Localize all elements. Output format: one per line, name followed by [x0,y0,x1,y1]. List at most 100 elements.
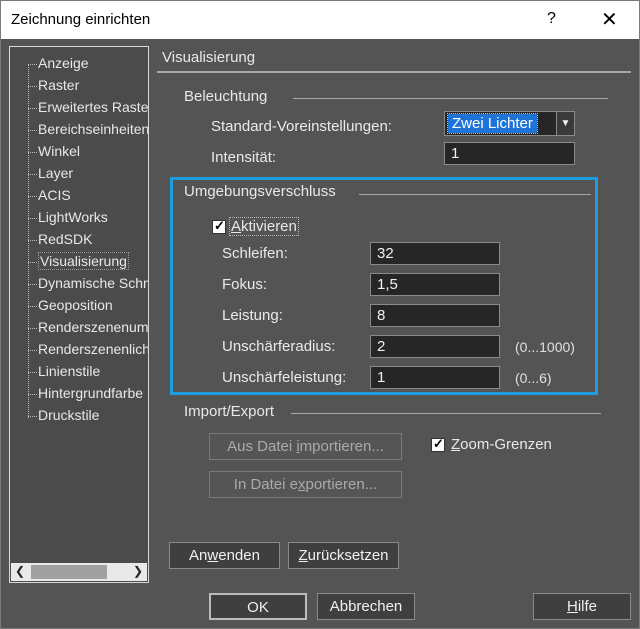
enable-ao-label[interactable]: Aktivieren [229,217,299,236]
tree-connector [28,415,37,417]
tree-item[interactable]: Visualisierung [28,251,129,271]
ao-field-input[interactable]: 32 [370,242,500,265]
tree-item-label: Bereichseinheiten [38,121,149,137]
chevron-down-icon[interactable]: ▼ [556,112,574,135]
zoom-limits-label[interactable]: Zoom-Grenzen [451,436,552,453]
tree-connector [28,107,37,109]
group-label-import-export: Import/Export [184,403,275,420]
group-label-beleuchtung: Beleuchtung [184,88,268,105]
tree-connector [28,151,37,153]
tree-item-label: LightWorks [38,209,108,225]
tree-connector [28,283,37,285]
tree-item-label: Renderszenenlicht [38,341,149,357]
group-label-ambient-occlusion: Umgebungsverschluss [184,183,336,200]
tree-item[interactable]: Erweitertes Raster [28,97,149,117]
dialog-window: Zeichnung einrichten ? ✕ Anzeige Raster Er… [0,0,640,629]
ao-field-range-hint: (0...1000) [515,339,575,355]
help-button[interactable]: Hilfe [533,593,631,620]
tree-connector [28,371,37,373]
tree-item-label: Anzeige [38,55,89,71]
tree-connector [28,217,37,219]
tree-item[interactable]: Bereichseinheiten [28,119,149,139]
tree-connector [28,393,37,395]
tree-connector [28,195,37,197]
tree-item[interactable]: Layer [28,163,73,183]
checkmark-icon: ✓ [214,218,225,233]
cancel-button[interactable]: Abbrechen [317,593,415,620]
tree-item[interactable]: Hintergrundfarbe [28,383,143,403]
tree-connector [28,173,37,175]
ao-field-label: Fokus: [222,276,268,293]
enable-ao-checkbox[interactable]: ✓ [212,218,226,234]
zoom-limits-checkbox[interactable]: ✓ [431,436,445,452]
category-tree: Anzeige Raster Erweitertes Raster Bereichse… [9,46,149,583]
group-divider-beleuchtung [293,98,608,99]
ao-field-label: Unschärfeleistung: [222,369,347,386]
ao-field-label: Unschärferadius: [222,338,336,355]
ao-field-input[interactable]: 1,5 [370,273,500,296]
scroll-left-icon[interactable]: ❮ [15,564,25,578]
ao-field-label: Schleifen: [222,245,288,262]
tree-connector [28,129,37,131]
tree-item[interactable]: Dynamische Schnitte [28,273,149,293]
ao-field-input[interactable]: 1 [370,366,500,389]
tree-item[interactable]: ACIS [28,185,71,205]
tree-item[interactable]: Raster [28,75,79,95]
tree-connector [28,305,37,307]
tree-connector [28,239,37,241]
tree-item[interactable]: Renderszenenlicht [28,339,149,359]
section-title: Visualisierung [162,49,256,66]
tree-item[interactable]: Winkel [28,141,80,161]
ao-field-input[interactable]: 8 [370,304,500,327]
tree-item-label: Druckstile [38,407,100,423]
tree-item-label: Winkel [38,143,81,159]
tree-item-label: RedSDK [38,231,93,247]
close-icon[interactable]: ✕ [601,7,618,32]
tree-item[interactable]: Druckstile [28,405,99,425]
scrollbar-thumb[interactable] [31,565,107,579]
group-divider-ambient-occlusion [359,194,591,195]
intensity-input[interactable]: 1 [444,142,575,165]
ok-button[interactable]: OK [209,593,307,620]
title-bar: Zeichnung einrichten ? ✕ [1,1,639,39]
tree-connector [28,85,37,87]
window-title: Zeichnung einrichten [11,11,151,28]
section-divider [157,71,631,73]
lighting-preset-dropdown[interactable]: Zwei Lichter ▼ [444,111,575,136]
tree-connector [28,261,37,263]
preset-label: Standard-Voreinstellungen: [211,118,392,135]
checkmark-icon: ✓ [433,436,444,451]
tree-item[interactable]: Geoposition [28,295,113,315]
help-icon[interactable]: ? [547,10,556,28]
tree-item[interactable]: Linienstile [28,361,100,381]
ao-field-input[interactable]: 2 [370,335,500,358]
tree-item-label: Hintergrundfarbe [38,385,144,401]
scroll-right-icon[interactable]: ❯ [133,564,143,578]
apply-button[interactable]: Anwenden [169,542,280,569]
tree-item-label: Dynamische Schnitte [38,275,149,291]
tree-item[interactable]: Renderszenenumgebung [28,317,149,337]
ao-field-label: Leistung: [222,307,283,324]
tree-connector [28,63,37,65]
tree-item[interactable]: Anzeige [28,53,89,73]
tree-item[interactable]: LightWorks [28,207,108,227]
ao-field-range-hint: (0...6) [515,370,552,386]
tree-item-label: Layer [38,165,74,181]
tree-connector [28,327,37,329]
tree-item-label: Geoposition [38,297,113,313]
tree-item-label: Erweitertes Raster [38,99,149,115]
tree-item-label: Linienstile [38,363,101,379]
import-from-file-button[interactable]: Aus Datei importieren... [209,433,402,460]
tree-item[interactable]: RedSDK [28,229,92,249]
lighting-preset-value: Zwei Lichter [447,113,538,134]
group-divider-import-export [291,413,601,414]
reset-button[interactable]: Zurücksetzen [288,542,399,569]
tree-item-label: Renderszenenumgebung [38,319,149,335]
tree-item-label: ACIS [38,187,71,203]
tree-connector [28,349,37,351]
tree-item-label: Visualisierung [38,252,129,270]
tree-item-label: Raster [38,77,80,93]
tree-horizontal-scrollbar[interactable]: ❮ ❯ [11,563,147,581]
intensity-label: Intensität: [211,149,277,166]
export-to-file-button[interactable]: In Datei exportieren... [209,471,402,498]
